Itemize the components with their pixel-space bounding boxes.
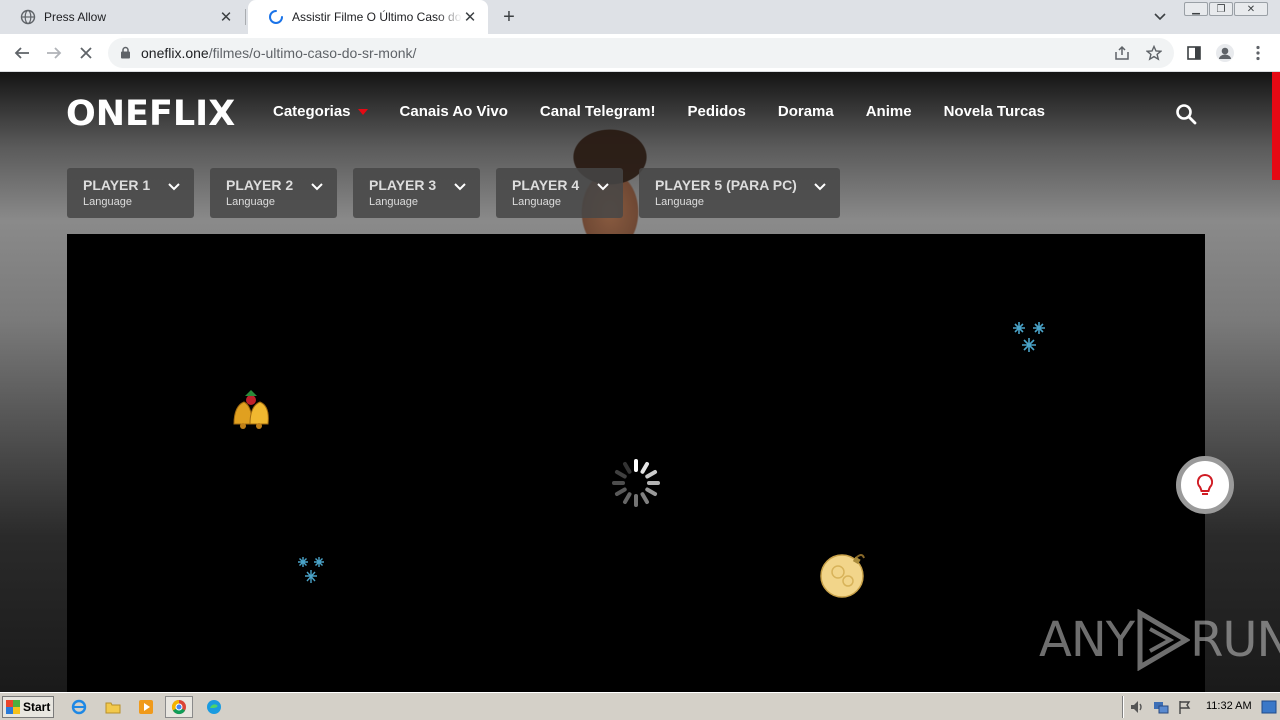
profile-avatar-icon[interactable] [1215, 43, 1235, 63]
nav-item-anime[interactable]: Anime [866, 103, 912, 120]
player-name: PLAYER 1 [83, 177, 151, 193]
action-center-flag-icon[interactable] [1176, 698, 1194, 716]
nav-item-novela-turcas[interactable]: Novela Turcas [944, 103, 1045, 120]
nav-item-canais-ao-vivo[interactable]: Canais Ao Vivo [400, 103, 508, 120]
lock-icon[interactable] [120, 46, 131, 64]
address-bar[interactable]: oneflix.one/filmes/o-ultimo-caso-do-sr-m… [108, 38, 1174, 68]
internet-explorer-icon[interactable] [70, 698, 88, 716]
chevron-down-icon [454, 183, 466, 191]
snowflake-icon [1013, 322, 1045, 352]
maximize-button[interactable]: ❐ [1209, 2, 1233, 16]
media-player-icon[interactable] [137, 698, 155, 716]
chrome-icon[interactable] [165, 696, 193, 718]
start-label: Start [23, 700, 51, 714]
player-name: PLAYER 2 [226, 177, 294, 193]
chevron-down-icon [597, 183, 609, 191]
christmas-ornament-icon [820, 554, 865, 598]
globe-icon [20, 9, 36, 25]
snowflake-icon [298, 557, 324, 583]
tab-divider [245, 9, 246, 25]
play-logo-icon [1137, 609, 1191, 671]
windows-logo-icon [6, 700, 20, 714]
nav-item-canal-telegram[interactable]: Canal Telegram! [540, 103, 656, 120]
tab-title: Assistir Filme O Último Caso do Sr. Monk [292, 10, 462, 24]
christmas-bells-icon [233, 390, 269, 429]
stop-loading-icon[interactable] [76, 43, 96, 63]
video-player[interactable]: ANY RUN [67, 234, 1280, 692]
tray-divider [1122, 696, 1124, 718]
tab-search-icon[interactable] [1150, 8, 1170, 26]
player-5-button[interactable]: PLAYER 5 (PARA PC) Language [639, 168, 840, 218]
player-language: Language [226, 196, 275, 208]
taskbar-clock[interactable]: 11:32 AM [1206, 700, 1252, 712]
tab-oneflix[interactable]: Assistir Filme O Último Caso do Sr. Monk… [248, 0, 488, 34]
nav-item-pedidos[interactable]: Pedidos [688, 103, 746, 120]
scrollbar-thumb[interactable] [1272, 72, 1280, 180]
browser-tab-strip: Press Allow ✕ Assistir Filme O Último Ca… [0, 0, 1280, 34]
nav-item-categorias[interactable]: Categorias [273, 103, 368, 120]
close-tab-icon[interactable]: ✕ [462, 9, 478, 26]
caret-down-icon [357, 108, 368, 115]
lights-off-button[interactable] [1176, 456, 1234, 514]
forward-icon[interactable] [44, 43, 64, 63]
edge-icon[interactable] [205, 698, 223, 716]
back-icon[interactable] [12, 43, 32, 63]
player-name: PLAYER 4 [512, 177, 580, 193]
menu-kebab-icon[interactable] [1248, 43, 1268, 63]
site-header: ONEFLIX Categorias Canais Ao Vivo Canal … [0, 72, 1280, 152]
player-name: PLAYER 3 [369, 177, 437, 193]
chevron-down-icon [311, 183, 323, 191]
player-language: Language [83, 196, 132, 208]
new-tab-button[interactable]: + [497, 5, 521, 29]
nav-item-dorama[interactable]: Dorama [778, 103, 834, 120]
minimize-button[interactable]: ▁ [1184, 2, 1208, 16]
lightbulb-icon [1196, 473, 1214, 495]
show-desktop-icon[interactable] [1260, 698, 1278, 716]
volume-icon[interactable] [1128, 698, 1146, 716]
chevron-down-icon [814, 183, 826, 191]
search-icon[interactable] [1175, 103, 1197, 125]
network-icon[interactable] [1152, 698, 1170, 716]
file-explorer-icon[interactable] [104, 698, 122, 716]
player-2-button[interactable]: PLAYER 2 Language [210, 168, 337, 218]
url-text: oneflix.one/filmes/o-ultimo-caso-do-sr-m… [141, 45, 417, 61]
player-1-button[interactable]: PLAYER 1 Language [67, 168, 194, 218]
windows-taskbar: Start 11:32 AM [0, 692, 1280, 720]
player-4-button[interactable]: PLAYER 4 Language [496, 168, 623, 218]
browser-toolbar: oneflix.one/filmes/o-ultimo-caso-do-sr-m… [0, 34, 1280, 72]
anyrun-watermark: ANY RUN [1039, 609, 1280, 671]
player-language: Language [369, 196, 418, 208]
start-button[interactable]: Start [2, 696, 54, 718]
loading-spinner-icon [612, 459, 660, 507]
close-tab-icon[interactable]: ✕ [218, 9, 234, 26]
main-nav: Categorias Canais Ao Vivo Canal Telegram… [273, 103, 1045, 120]
close-window-button[interactable]: ✕ [1234, 2, 1268, 16]
page-viewport: ONEFLIX Categorias Canais Ao Vivo Canal … [0, 72, 1280, 692]
loading-spinner-icon [268, 9, 284, 25]
site-logo[interactable]: ONEFLIX [66, 94, 235, 134]
side-panel-icon[interactable] [1184, 43, 1204, 63]
bookmark-star-icon[interactable] [1144, 43, 1164, 63]
share-icon[interactable] [1112, 43, 1132, 63]
player-name: PLAYER 5 (PARA PC) [655, 177, 797, 193]
tab-press-allow[interactable]: Press Allow ✕ [0, 0, 244, 34]
player-3-button[interactable]: PLAYER 3 Language [353, 168, 480, 218]
player-language: Language [655, 196, 704, 208]
player-language: Language [512, 196, 561, 208]
chevron-down-icon [168, 183, 180, 191]
tab-title: Press Allow [44, 10, 107, 24]
